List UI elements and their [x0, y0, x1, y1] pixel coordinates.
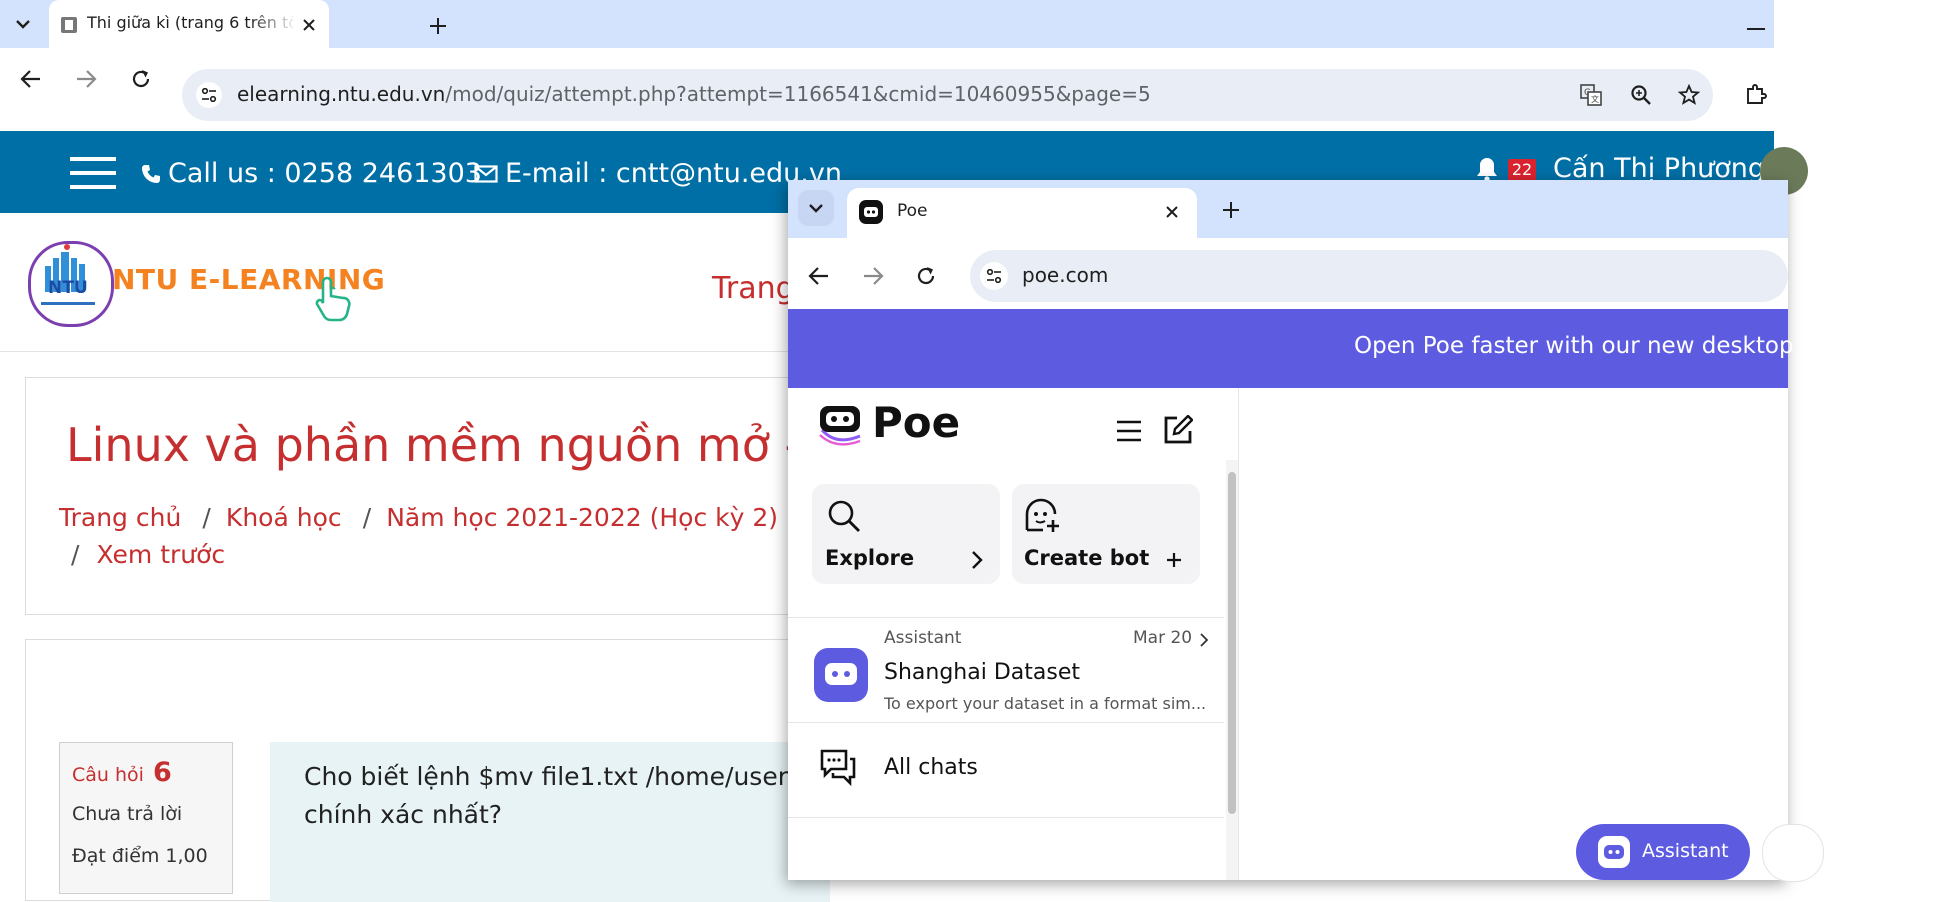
mail-envelope-icon [473, 164, 499, 184]
browser-tab-active[interactable]: Thi giữa kì (trang 6 trên tổng số [49, 0, 329, 48]
breadcrumb-preview[interactable]: Xem trước [97, 540, 226, 569]
assistant-button-bot-icon [1598, 836, 1630, 868]
forward-arrow-icon[interactable] [73, 66, 99, 92]
chat-date: Mar 20 [1133, 628, 1193, 648]
url-path: /mod/quiz/attempt.php?attempt=1166541&cm… [445, 82, 1151, 106]
notification-count-badge: 22 [1508, 159, 1536, 181]
tab-search-chevron-icon[interactable] [6, 8, 40, 40]
popup-url-text: poe.com [1022, 263, 1109, 287]
poe-menu-icon[interactable] [1114, 416, 1144, 446]
site-info-tune-icon[interactable] [196, 82, 222, 108]
nav-home-link[interactable]: Trang [712, 271, 795, 306]
divider [788, 817, 1224, 818]
new-chat-compose-icon[interactable] [1162, 414, 1194, 446]
popup-forward-arrow-icon[interactable] [860, 263, 886, 289]
sidebar-scrollbar-track[interactable] [1226, 460, 1238, 880]
breadcrumb: Trang chủ / Khoá học / Năm học 2021-2022… [59, 503, 778, 532]
main-tab-strip: Thi giữa kì (trang 6 trên tổng số [0, 0, 1774, 48]
sidebar-scrollbar-thumb[interactable] [1228, 472, 1236, 814]
breadcrumb-home[interactable]: Trang chủ [59, 503, 181, 532]
create-bot-label: Create bot [1024, 546, 1150, 570]
popup-new-tab-plus-icon[interactable] [1219, 198, 1243, 222]
svg-text:文: 文 [1591, 94, 1599, 104]
popup-address-bar[interactable]: poe.com [970, 250, 1788, 302]
explore-chevron-right-icon [968, 548, 986, 572]
popup-reload-icon[interactable] [913, 263, 939, 289]
question-info-box: Câu hỏi 6 Chưa trả lời Đạt điểm 1,00 [59, 742, 233, 894]
address-bar[interactable]: elearning.ntu.edu.vn/mod/quiz/attempt.ph… [182, 69, 1713, 121]
popup-site-info-icon[interactable] [980, 262, 1008, 290]
popup-tab-title: Poe [897, 201, 928, 221]
close-tab-icon[interactable] [298, 14, 320, 36]
poe-logo-icon[interactable] [816, 402, 866, 448]
pointing-hand-icon [310, 275, 358, 323]
assistant-button[interactable]: Assistant [1576, 824, 1750, 880]
breadcrumb-row-2: / Xem trước [71, 540, 225, 569]
chat-bot-name: Assistant [884, 628, 962, 648]
assistant-button-label: Assistant [1642, 840, 1729, 862]
translate-icon[interactable]: G文 [1578, 82, 1604, 108]
question-label: Câu hỏi [72, 764, 144, 786]
all-chats-bubbles-icon [818, 747, 858, 787]
question-text-line-2: chính xác nhất? [304, 800, 503, 829]
chat-title: Shanghai Dataset [884, 660, 1080, 685]
question-status: Chưa trả lời [72, 803, 183, 825]
popup-tab-search-chevron-icon[interactable] [798, 190, 834, 226]
tab-title-fade [249, 10, 297, 40]
desktop-app-promo-banner[interactable]: Open Poe faster with our new desktop a [788, 309, 1815, 388]
chat-list-item[interactable]: Assistant Mar 20 Shanghai Dataset To exp… [788, 618, 1224, 722]
extensions-puzzle-icon[interactable] [1742, 80, 1770, 108]
poe-favicon-icon [859, 200, 883, 224]
breadcrumb-courses[interactable]: Khoá học [226, 503, 342, 532]
question-text-box: Cho biết lệnh $mv file1.txt /home/user c… [270, 742, 830, 902]
back-arrow-icon[interactable] [18, 66, 44, 92]
secondary-bot-button[interactable] [1762, 824, 1824, 882]
zoom-magnifier-icon[interactable] [1628, 82, 1654, 108]
course-title: Linux và phần mềm nguồn mở - [66, 418, 802, 472]
popup-tab-strip: Poe [788, 180, 1788, 238]
explore-label: Explore [825, 546, 915, 570]
new-tab-plus-icon[interactable] [426, 14, 450, 38]
popup-close-tab-icon[interactable] [1161, 201, 1183, 223]
breadcrumb-separator: / [71, 540, 80, 569]
poe-brand-name[interactable]: Poe [872, 398, 960, 447]
logo-mark: NTU [48, 278, 88, 298]
assistant-bot-avatar-icon [814, 648, 868, 702]
create-bot-card[interactable]: Create bot [1012, 484, 1200, 584]
popup-browser-tab[interactable]: Poe [847, 188, 1197, 238]
breadcrumb-separator: / [202, 503, 211, 532]
explore-card[interactable]: Explore [812, 484, 1000, 584]
all-chats-item[interactable]: All chats [788, 723, 1224, 817]
breadcrumb-separator: / [362, 503, 372, 532]
notification-bell-icon[interactable] [1474, 155, 1500, 183]
popup-back-arrow-icon[interactable] [806, 263, 832, 289]
question-number-line: Câu hỏi 6 [72, 757, 172, 788]
url-host: elearning.ntu.edu.vn [237, 82, 446, 106]
url-text: elearning.ntu.edu.vn/mod/quiz/attempt.ph… [237, 82, 1151, 106]
explore-magnifier-icon [826, 498, 862, 534]
breadcrumb-school-year[interactable]: Năm học 2021-2022 (Học kỳ 2) [386, 503, 778, 532]
reload-icon[interactable] [128, 66, 154, 92]
poe-sidebar: Poe Explore Create bot Assistant Mar 20 … [788, 388, 1239, 880]
chat-chevron-right-icon [1198, 632, 1210, 648]
create-bot-ghost-icon [1022, 498, 1062, 534]
question-text-line-1: Cho biết lệnh $mv file1.txt /home/user [304, 762, 788, 791]
ntu-logo-seal[interactable]: NTU [28, 241, 114, 327]
question-points: Đạt điểm 1,00 [72, 845, 208, 867]
page-favicon-icon [59, 15, 79, 35]
all-chats-label: All chats [884, 755, 978, 780]
window-minimize-icon[interactable] [1747, 28, 1765, 30]
create-bot-plus-icon [1164, 550, 1184, 570]
chat-preview: To export your dataset in a format sim..… [884, 694, 1207, 713]
poe-popup-window: Poe poe.com Open Poe faster with our new… [788, 180, 1824, 882]
bookmark-star-icon[interactable] [1676, 82, 1702, 108]
quiz-content-card: Câu hỏi 6 Chưa trả lời Đạt điểm 1,00 Cho… [25, 639, 830, 902]
question-number: 6 [153, 757, 172, 788]
course-header-card: Linux và phần mềm nguồn mở - Trang chủ /… [25, 377, 827, 615]
hamburger-menu-icon[interactable] [70, 157, 116, 189]
promo-text: Open Poe faster with our new desktop a [1354, 333, 1815, 359]
phone-icon [140, 162, 162, 186]
contact-phone: Call us : 0258 2461303 [168, 158, 482, 189]
